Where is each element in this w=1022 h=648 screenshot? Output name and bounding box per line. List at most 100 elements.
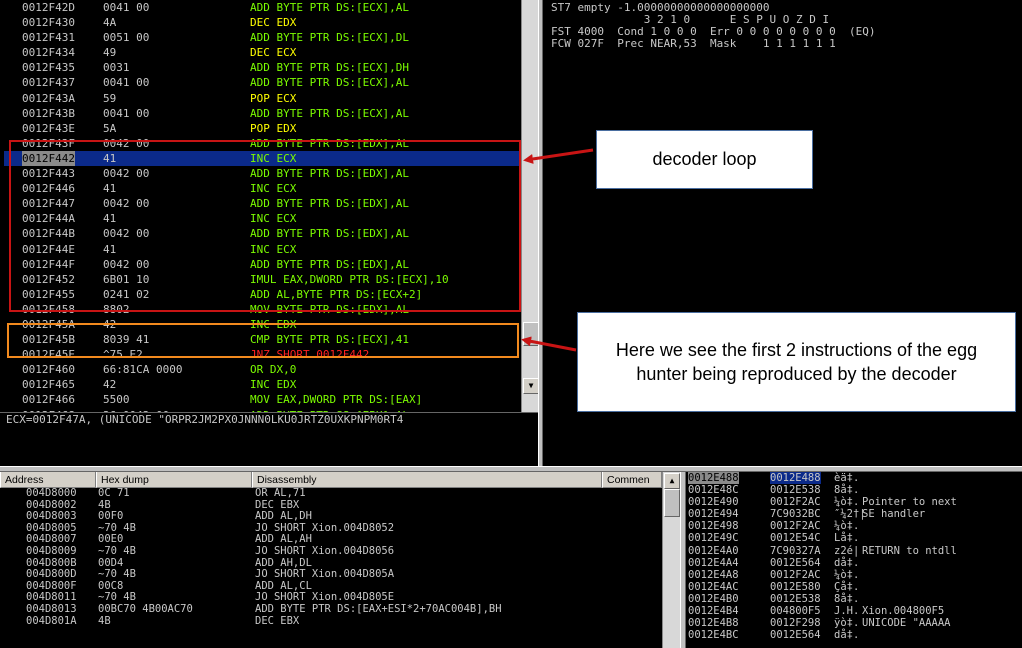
disassembly-row[interactable]: 0012F43E 5A POP EDX	[4, 121, 520, 136]
decoder-loop-callout: decoder loop	[596, 130, 813, 189]
stack-value: 0012E538	[770, 592, 821, 605]
stack-address: 0012E4B8	[688, 617, 739, 630]
scroll-thumb[interactable]	[523, 322, 538, 346]
disassembly-row[interactable]: 0012F465 42 INC EDX	[4, 377, 520, 392]
row-address: 0012F465	[22, 378, 75, 392]
row-address: 0012F460	[22, 363, 75, 377]
scroll-thumb[interactable]	[664, 489, 680, 517]
row-instruction: ADD BYTE PTR DS:[ECX],DL	[250, 31, 409, 45]
stack-address: 0012E4A8	[688, 568, 739, 581]
dump-row[interactable]: 004D8000 0C 71 OR AL,71	[0, 487, 662, 500]
dump-row[interactable]: 004D800D ~70 4B JO SHORT Xion.004D805A	[0, 569, 662, 581]
column-hex-dump[interactable]: Hex dump	[96, 472, 252, 488]
stack-value: 0012F2AC	[770, 496, 821, 509]
dump-hex: ~70 4B	[98, 568, 136, 581]
stack-rows: 0012E488 0012E488 èä‡. 0012E48C 0012E538 8å‡.…	[686, 472, 1022, 641]
disassembly-row[interactable]: 0012F42D 0041 00 ADD BYTE PTR DS:[ECX],AL	[4, 0, 520, 15]
stack-row[interactable]: 0012E4B4 004800F5 J.H. Xion.004800F5	[686, 605, 1022, 617]
dump-pane[interactable]: Address Hex dump Disassembly Commen 004D…	[0, 472, 680, 648]
row-instruction: POP EDX	[250, 121, 297, 135]
stack-row[interactable]: 0012E4B0 0012E538 8å‡.	[686, 593, 1022, 605]
disassembly-row[interactable]: 0012F43B 0041 00 ADD BYTE PTR DS:[ECX],AL	[4, 106, 520, 121]
dump-rows: 004D8000 0C 71 OR AL,71 004D8002 4B DEC EBX 00…	[0, 487, 662, 628]
disassembly-row[interactable]: 0012F430 4A DEC EDX	[4, 15, 520, 30]
column-disassembly[interactable]: Disassembly	[252, 472, 602, 488]
stack-row[interactable]: 0012E4BC 0012E564 då‡.	[686, 629, 1022, 641]
stack-row[interactable]: 0012E488 0012E488 èä‡.	[686, 472, 1022, 484]
decoder-loop-callout-text: decoder loop	[652, 149, 757, 169]
cpu-scrollbar[interactable]: ▼	[521, 0, 538, 412]
dump-address: 004D8013	[26, 602, 77, 615]
stack-row[interactable]: 0012E49C 0012E54C Lå‡.	[686, 532, 1022, 544]
stack-comment: RETURN to ntdll	[862, 544, 957, 557]
dump-row[interactable]: 004D801A 4B DEC EBX	[0, 614, 662, 628]
row-address: 0012F43A	[22, 91, 75, 105]
dump-row[interactable]: 004D8013 00BC70 4B00AC70 ADD BYTE PTR DS:[…	[0, 602, 662, 616]
disassembly-row[interactable]: 0012F437 0041 00 ADD BYTE PTR DS:[ECX],AL	[4, 75, 520, 90]
stack-ascii: Lå‡.	[834, 532, 860, 545]
dump-hex: 00BC70 4B00AC70	[98, 602, 193, 615]
stack-address: 0012E49C	[688, 532, 739, 545]
disassembly-row[interactable]: 0012F434 49 DEC ECX	[4, 45, 520, 60]
cpu-info-line: ECX=0012F47A, (UNICODE "ORPR2JM2PX0JNNN0…	[0, 412, 538, 466]
stack-row[interactable]: 0012E498 0012F2AC ¼ò‡.	[686, 520, 1022, 532]
row-hex: 0041 00	[103, 106, 150, 120]
stack-ascii: 8å‡.	[834, 592, 860, 605]
dump-address: 004D800D	[26, 568, 77, 581]
row-instruction: ADD BYTE PTR DS:[ECX],AL	[250, 1, 409, 14]
stack-value: 0012F2AC	[770, 568, 821, 581]
dump-hex: 0C 71	[98, 487, 130, 499]
row-instruction: ADD BYTE PTR DS:[ECX],AL	[250, 76, 409, 90]
stack-address: 0012E4BC	[688, 629, 739, 642]
egg-hunter-highlight	[7, 323, 519, 358]
stack-pane[interactable]: 0012E488 0012E488 èä‡. 0012E48C 0012E538 8å‡.…	[686, 472, 1022, 648]
stack-ascii: ″¼2†|	[834, 508, 866, 521]
stack-ascii: èä‡.	[834, 472, 860, 484]
stack-row[interactable]: 0012E4A4 0012E564 då‡.	[686, 557, 1022, 569]
disassembly-row[interactable]: 0012F460 66:81CA 0000 OR DX,0	[4, 362, 520, 377]
disassembly-row[interactable]: 0012F435 0031 ADD BYTE PTR DS:[ECX],DH	[4, 60, 520, 75]
row-hex: 49	[103, 46, 117, 60]
disassembly-row[interactable]: 0012F43A 59 POP ECX	[4, 91, 520, 106]
stack-value: 0012E538	[770, 484, 821, 497]
stack-value: 7C90327A	[770, 544, 821, 557]
stack-ascii: då‡.	[834, 629, 860, 642]
dump-address: 004D801A	[26, 614, 77, 627]
disassembly-row[interactable]: 0012F466 5500 MOV EAX,DWORD PTR DS:[EAX]	[4, 392, 520, 407]
stack-address: 0012E4B0	[688, 592, 739, 605]
dump-scrollbar[interactable]: ▲	[662, 472, 680, 648]
row-instruction: DEC ECX	[250, 46, 297, 60]
stack-row[interactable]: 0012E4AC 0012E580 Çå‡.	[686, 581, 1022, 593]
stack-row[interactable]: 0012E490 0012F2AC ¼ò‡. Pointer to next	[686, 496, 1022, 508]
egg-hunter-callout-text: Here we see the first 2 instructions of …	[615, 340, 978, 384]
stack-row[interactable]: 0012E48C 0012E538 8å‡.	[686, 484, 1022, 496]
scroll-down-icon[interactable]: ▼	[523, 378, 538, 394]
row-hex: 4A	[103, 16, 117, 30]
egg-hunter-callout: Here we see the first 2 instructions of …	[577, 312, 1016, 412]
dump-row[interactable]: 004D8009 ~70 4B JO SHORT Xion.004D8056	[0, 545, 662, 558]
stack-value: 0012F2AC	[770, 520, 821, 533]
stack-row[interactable]: 0012E4B8 0012F298 ÿò‡. UNICODE "AAAAA	[686, 617, 1022, 629]
disassembly-row[interactable]: 0012F431 0051 00 ADD BYTE PTR DS:[ECX],DL	[4, 30, 520, 45]
stack-row[interactable]: 0012E4A0 7C90327A z2é| RETURN to ntdll	[686, 545, 1022, 557]
column-address[interactable]: Address	[0, 472, 96, 488]
dump-disassembly: DEC EBX	[255, 614, 300, 627]
stack-ascii: ¼ò‡.	[834, 568, 860, 581]
column-comment[interactable]: Commen	[602, 472, 662, 488]
stack-value: 0012E488	[770, 472, 821, 484]
stack-row[interactable]: 0012E4A8 0012F2AC ¼ò‡.	[686, 569, 1022, 581]
row-address: 0012F435	[22, 61, 75, 75]
row-instruction: POP ECX	[250, 91, 297, 105]
dump-disassembly: JO SHORT Xion.004D805A	[255, 568, 395, 581]
scroll-up-icon[interactable]: ▲	[664, 473, 680, 489]
stack-address: 0012E4A4	[688, 556, 739, 569]
row-address: 0012F434	[22, 46, 75, 60]
stack-row[interactable]: 0012E494 7C9032BC ″¼2†| SE handler	[686, 508, 1022, 520]
row-instruction: ADD BYTE PTR DS:[ECX],DH	[250, 61, 409, 75]
stack-comment: Pointer to next	[862, 496, 957, 509]
dump-disassembly: ADD BYTE PTR DS:[EAX+ESI*2+70AC004B],BH	[255, 602, 502, 615]
stack-address: 0012E4AC	[688, 580, 739, 593]
row-hex: 0041 00	[103, 76, 150, 90]
stack-value: 0012E580	[770, 580, 821, 593]
stack-ascii: Çå‡.	[834, 580, 860, 593]
